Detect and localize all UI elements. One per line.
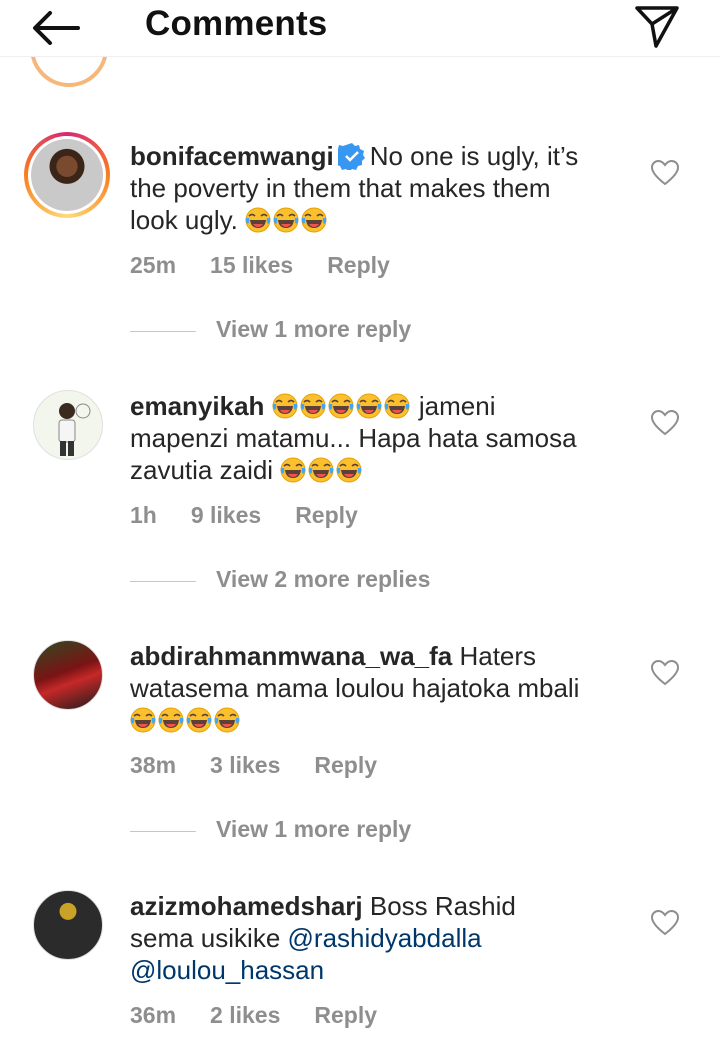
page-title: Comments: [145, 4, 328, 43]
laughing-emoji-icon: [301, 207, 328, 233]
comment-text: azizmohamedsharj Boss Rashid sema usikik…: [130, 891, 516, 985]
comment-text: emanyikah jameni mapenzi matamu... Hapa …: [130, 391, 577, 485]
laughing-emoji-icon: [245, 207, 272, 233]
view-more-replies[interactable]: View 1 more reply: [130, 316, 530, 346]
comment-text: bonifacemwangi No one is ugly, it’s the p…: [130, 141, 579, 235]
laughing-emoji-icon: [336, 457, 363, 483]
avatar[interactable]: [33, 640, 103, 710]
comment-time: 38m: [130, 752, 177, 778]
comment-username[interactable]: bonifacemwangi: [130, 141, 334, 171]
comment-username[interactable]: azizmohamedsharj: [130, 891, 363, 921]
avatar[interactable]: [33, 390, 103, 460]
laughing-emoji-icon: [271, 393, 298, 419]
comment-time: 1h: [130, 502, 157, 528]
comment-time: 25m: [130, 252, 177, 278]
comment-username[interactable]: emanyikah: [130, 391, 264, 421]
mention-link[interactable]: @loulou_hassan: [130, 955, 324, 985]
header: Comments: [0, 0, 720, 54]
laughing-emoji-icon: [327, 393, 354, 419]
view-more-replies[interactable]: View 2 more replies: [130, 566, 530, 596]
reply-button[interactable]: Reply: [314, 1002, 377, 1028]
send-icon[interactable]: [632, 2, 682, 52]
avatar[interactable]: [24, 132, 110, 218]
laughing-emoji-icon: [158, 707, 184, 733]
laughing-emoji-icon: [186, 707, 212, 733]
reply-button[interactable]: Reply: [295, 502, 358, 528]
likes-count[interactable]: 3 likes: [210, 752, 280, 778]
laughing-emoji-icon: [308, 457, 335, 483]
comment-time: 36m: [130, 1002, 177, 1028]
heart-icon[interactable]: [650, 908, 680, 938]
comment-meta: 1h 9 likes Reply: [130, 502, 392, 529]
likes-count[interactable]: 15 likes: [210, 252, 293, 278]
comment-text: abdirahmanmwana_wa_fa Haters watasema ma…: [130, 640, 630, 736]
laughing-emoji-icon: [130, 707, 156, 733]
reply-button[interactable]: Reply: [314, 752, 377, 778]
verified-badge-icon: [337, 143, 365, 170]
likes-count[interactable]: 9 likes: [191, 502, 261, 528]
avatar[interactable]: [33, 890, 103, 960]
heart-icon[interactable]: [650, 408, 680, 438]
laughing-emoji-icon: [299, 393, 326, 419]
laughing-emoji-icon: [355, 393, 382, 419]
laughing-emoji-icon: [383, 393, 410, 419]
reply-button[interactable]: Reply: [327, 252, 390, 278]
comment-meta: 25m 15 likes Reply: [130, 252, 424, 279]
comment-meta: 36m 2 likes Reply: [130, 1002, 411, 1029]
mention-link[interactable]: @rashidyabdalla: [288, 923, 482, 953]
likes-count[interactable]: 2 likes: [210, 1002, 280, 1028]
heart-icon[interactable]: [650, 158, 680, 188]
comment-meta: 38m 3 likes Reply: [130, 752, 411, 779]
back-arrow-icon[interactable]: [30, 8, 82, 48]
view-more-replies[interactable]: View 1 more reply: [130, 816, 530, 846]
heart-icon[interactable]: [650, 658, 680, 688]
laughing-emoji-icon: [214, 707, 240, 733]
laughing-emoji-icon: [280, 457, 307, 483]
comment-username[interactable]: abdirahmanmwana_wa_fa: [130, 641, 452, 671]
laughing-emoji-icon: [273, 207, 300, 233]
avatar[interactable]: [30, 57, 110, 93]
